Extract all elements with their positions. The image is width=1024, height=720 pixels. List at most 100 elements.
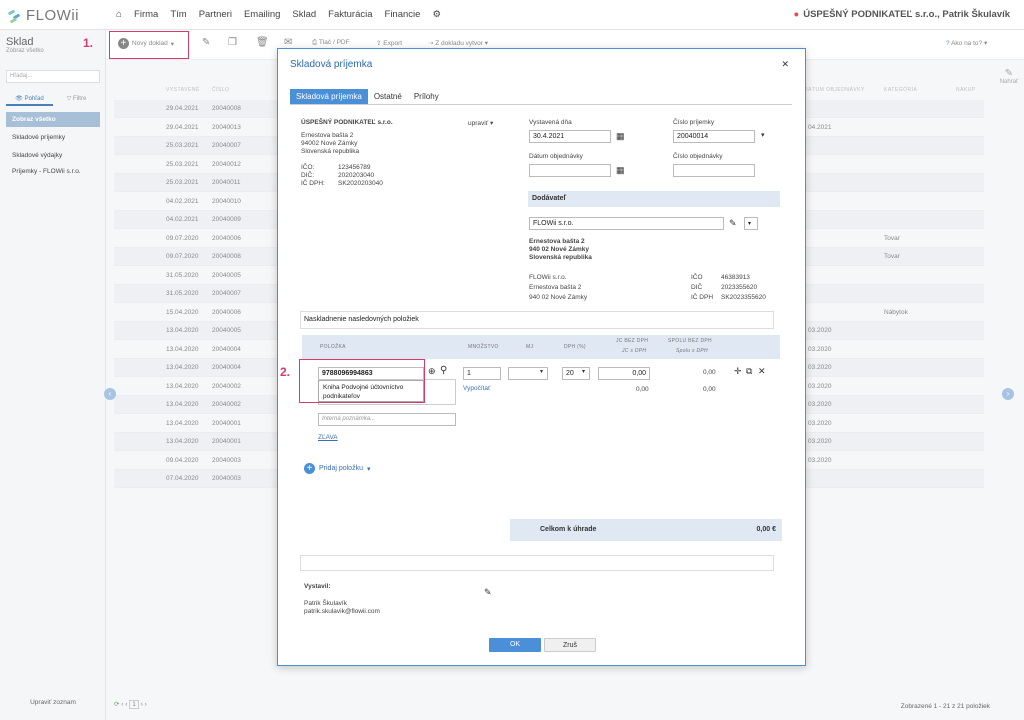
company-name: ÚSPEŠNÝ PODNIKATEĽ s.r.o., Patrik Škulav… [803, 9, 1010, 20]
col-unit-price-vat: JC s DPH [622, 348, 647, 354]
supplier-dropdown-icon[interactable]: ▾ [744, 217, 758, 230]
page-number[interactable]: 1 [129, 700, 139, 709]
sidebar-item-issues[interactable]: Skladové výdajky [6, 148, 100, 163]
nav-partneri[interactable]: Partneri [199, 9, 232, 20]
sidebar-item-flowii-receipts[interactable]: Príjemky - FLOWii s.r.o. [6, 164, 100, 179]
nav-financie[interactable]: Financie [385, 9, 421, 20]
total-box: Celkom k úhrade 0,00 € [510, 519, 782, 541]
add-item-label: Pridaj položku [319, 465, 363, 472]
receipt-number-input[interactable]: 20040014 [673, 130, 755, 143]
supplier-city-line: 940 02 Nové Zámky [529, 294, 588, 301]
close-icon[interactable]: ✕ [781, 59, 789, 70]
modal-tabs: Skladová príjemka Ostatné Prílohy [290, 89, 792, 105]
move-icon[interactable]: ✛ [734, 366, 742, 377]
total-value: 0,00 € [756, 526, 776, 533]
calculate-link[interactable]: Vypočítať [463, 385, 491, 392]
vat-select[interactable]: 20 [562, 367, 590, 380]
search-icon[interactable]: ⚲ [440, 365, 447, 376]
tab-view-label: Pohľad [24, 96, 44, 102]
ok-button[interactable]: OK [489, 638, 541, 652]
pencil-icon[interactable]: ✎ [202, 37, 210, 48]
supplier-city: 940 02 Nové Zámky [529, 246, 589, 253]
tab-filters[interactable]: ▽ Filtre [53, 92, 100, 106]
number-dropdown-icon[interactable]: ▾ [761, 131, 765, 139]
pencil-icon[interactable]: ✎ [729, 218, 737, 229]
order-number-input[interactable] [673, 164, 755, 177]
col-unit: MJ [526, 344, 534, 350]
sidebar-item-all[interactable]: Zobraz všetko [6, 112, 100, 127]
internal-note-input[interactable]: Interná poznámka... [318, 413, 456, 426]
supplier-country: Slovenská republika [529, 254, 592, 261]
supplier-street-line: Ernestova bašta 2 [529, 284, 582, 291]
edit-list-link[interactable]: Upraviť zoznam [0, 699, 106, 706]
mail-icon[interactable]: ✉ [284, 37, 292, 48]
nav-fakturacia[interactable]: Fakturácia [328, 9, 372, 20]
supplier-street: Ernestova bašta 2 [529, 238, 585, 245]
add-item-button[interactable]: + Pridaj položku ▾ [304, 463, 370, 474]
company-selector[interactable]: ● ÚSPEŠNÝ PODNIKATEĽ s.r.o., Patrik Škul… [793, 9, 1010, 20]
print-label: Tlač / PDF [318, 39, 350, 46]
issuer-email: patrik.skulavik@flowii.com [304, 608, 380, 615]
sidebar-search-input[interactable]: Hľadaj... [6, 70, 100, 83]
discount-link[interactable]: ZĽAVA [318, 434, 338, 441]
company-dic: 2020203040 [338, 172, 375, 179]
delete-icon[interactable]: ✕ [758, 366, 766, 377]
print-button[interactable]: ⎙ Tlač / PDF [312, 39, 350, 47]
duplicate-icon[interactable]: ⧉ [746, 366, 752, 377]
tab-attachments[interactable]: Prílohy [408, 89, 445, 104]
company-ico-label: IČO: [301, 164, 315, 171]
from-document-button[interactable]: ➝ Z dokladu vytvor ▾ [428, 39, 488, 47]
copy-icon[interactable]: ❐ [228, 37, 237, 48]
add-circle-icon[interactable]: ⊕ [428, 366, 436, 377]
col-qty: MNOŽSTVO [468, 344, 499, 350]
col-unit-price: JC BEZ DPH [616, 338, 649, 344]
edit-company-label: upraviť [468, 120, 489, 127]
receipt-modal: Skladová príjemka ✕ Skladová príjemka Os… [277, 48, 806, 666]
nav-emailing[interactable]: Emailing [244, 9, 280, 20]
footer-note-textarea[interactable] [300, 555, 774, 571]
pencil-icon[interactable]: ✎ [484, 587, 492, 598]
edit-company-link[interactable]: upraviť ▾ [468, 119, 493, 127]
nav-firma[interactable]: Firma [134, 9, 158, 20]
calendar-icon[interactable]: ▦ [616, 131, 625, 142]
order-number-label: Číslo objednávky [673, 153, 723, 160]
company-street: Ernestova bašta 2 [301, 132, 354, 139]
cancel-button[interactable]: Zruš [544, 638, 596, 652]
trash-icon[interactable]: 🗑 [256, 37, 269, 48]
nav-sklad[interactable]: Sklad [292, 9, 316, 20]
modal-title: Skladová príjemka [290, 59, 373, 70]
next-arrow-icon[interactable]: › [1002, 388, 1014, 400]
company-name: ÚSPEŠNÝ PODNIKATEĽ s.r.o. [301, 119, 393, 126]
sidebar: Sklad Zobraz všetko Hľadaj... 👁 Pohľad ▽… [0, 30, 106, 720]
items-header: POLOŽKA MNOŽSTVO MJ DPH (%) JC BEZ DPH J… [302, 335, 780, 359]
gear-icon[interactable]: ⚙ [432, 9, 441, 20]
unit-price-input[interactable]: 0,00 [598, 367, 650, 380]
app-logo[interactable]: FLOWii [7, 7, 79, 24]
plus-circle-icon: + [304, 463, 315, 474]
supplier-input[interactable]: FLOWii s.r.o. [529, 217, 724, 230]
sidebar-item-receipts[interactable]: Skladové príjemky [6, 130, 100, 145]
export-button[interactable]: ⇪ Export [376, 39, 402, 47]
supplier-ico: 46383913 [721, 274, 750, 281]
nav-tim[interactable]: Tím [170, 9, 186, 20]
supplier-dic: 2023355620 [721, 284, 758, 291]
note-textarea[interactable]: Naskladnenie nasledovných položiek [300, 311, 774, 329]
quantity-stepper[interactable]: 1 [463, 367, 501, 380]
calendar-icon[interactable]: ▦ [616, 165, 625, 176]
vat-dropdown-icon: ▾ [582, 369, 586, 375]
company-logo-icon: ● [793, 9, 800, 20]
order-date-input[interactable] [529, 164, 611, 177]
issuer-label: Vystavil: [304, 583, 331, 590]
tab-other[interactable]: Ostatné [368, 89, 408, 104]
from-document-label: Z dokladu vytvor [435, 40, 483, 47]
prev-arrow-icon[interactable]: ‹ [104, 388, 116, 400]
refresh-icon[interactable]: ⟳ [114, 701, 119, 708]
flowii-logo-icon [7, 8, 22, 24]
company-dic-label: DIČ: [301, 172, 314, 179]
col-sum-vat: Spolu s DPH [676, 348, 708, 354]
home-icon[interactable]: ⌂ [116, 9, 122, 20]
tab-view[interactable]: 👁 Pohľad [6, 92, 53, 106]
issued-date-input[interactable]: 30.4.2021 [529, 130, 611, 143]
tab-receipt[interactable]: Skladová príjemka [290, 89, 368, 104]
help-link[interactable]: ? Ako na to? ▾ [946, 39, 987, 47]
